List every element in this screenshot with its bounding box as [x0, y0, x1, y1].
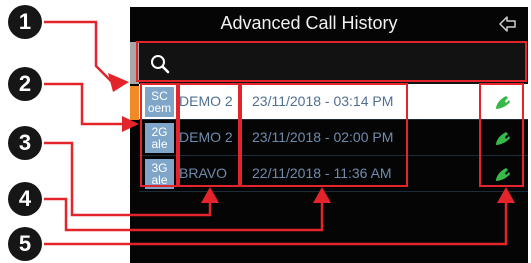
callout-connectors: [44, 20, 515, 246]
callout-2: 2: [8, 67, 42, 101]
callout-1: 1: [8, 5, 42, 39]
callout-3: 3: [8, 126, 42, 160]
callout-5: 5: [8, 227, 42, 261]
callout-4: 4: [8, 182, 42, 216]
